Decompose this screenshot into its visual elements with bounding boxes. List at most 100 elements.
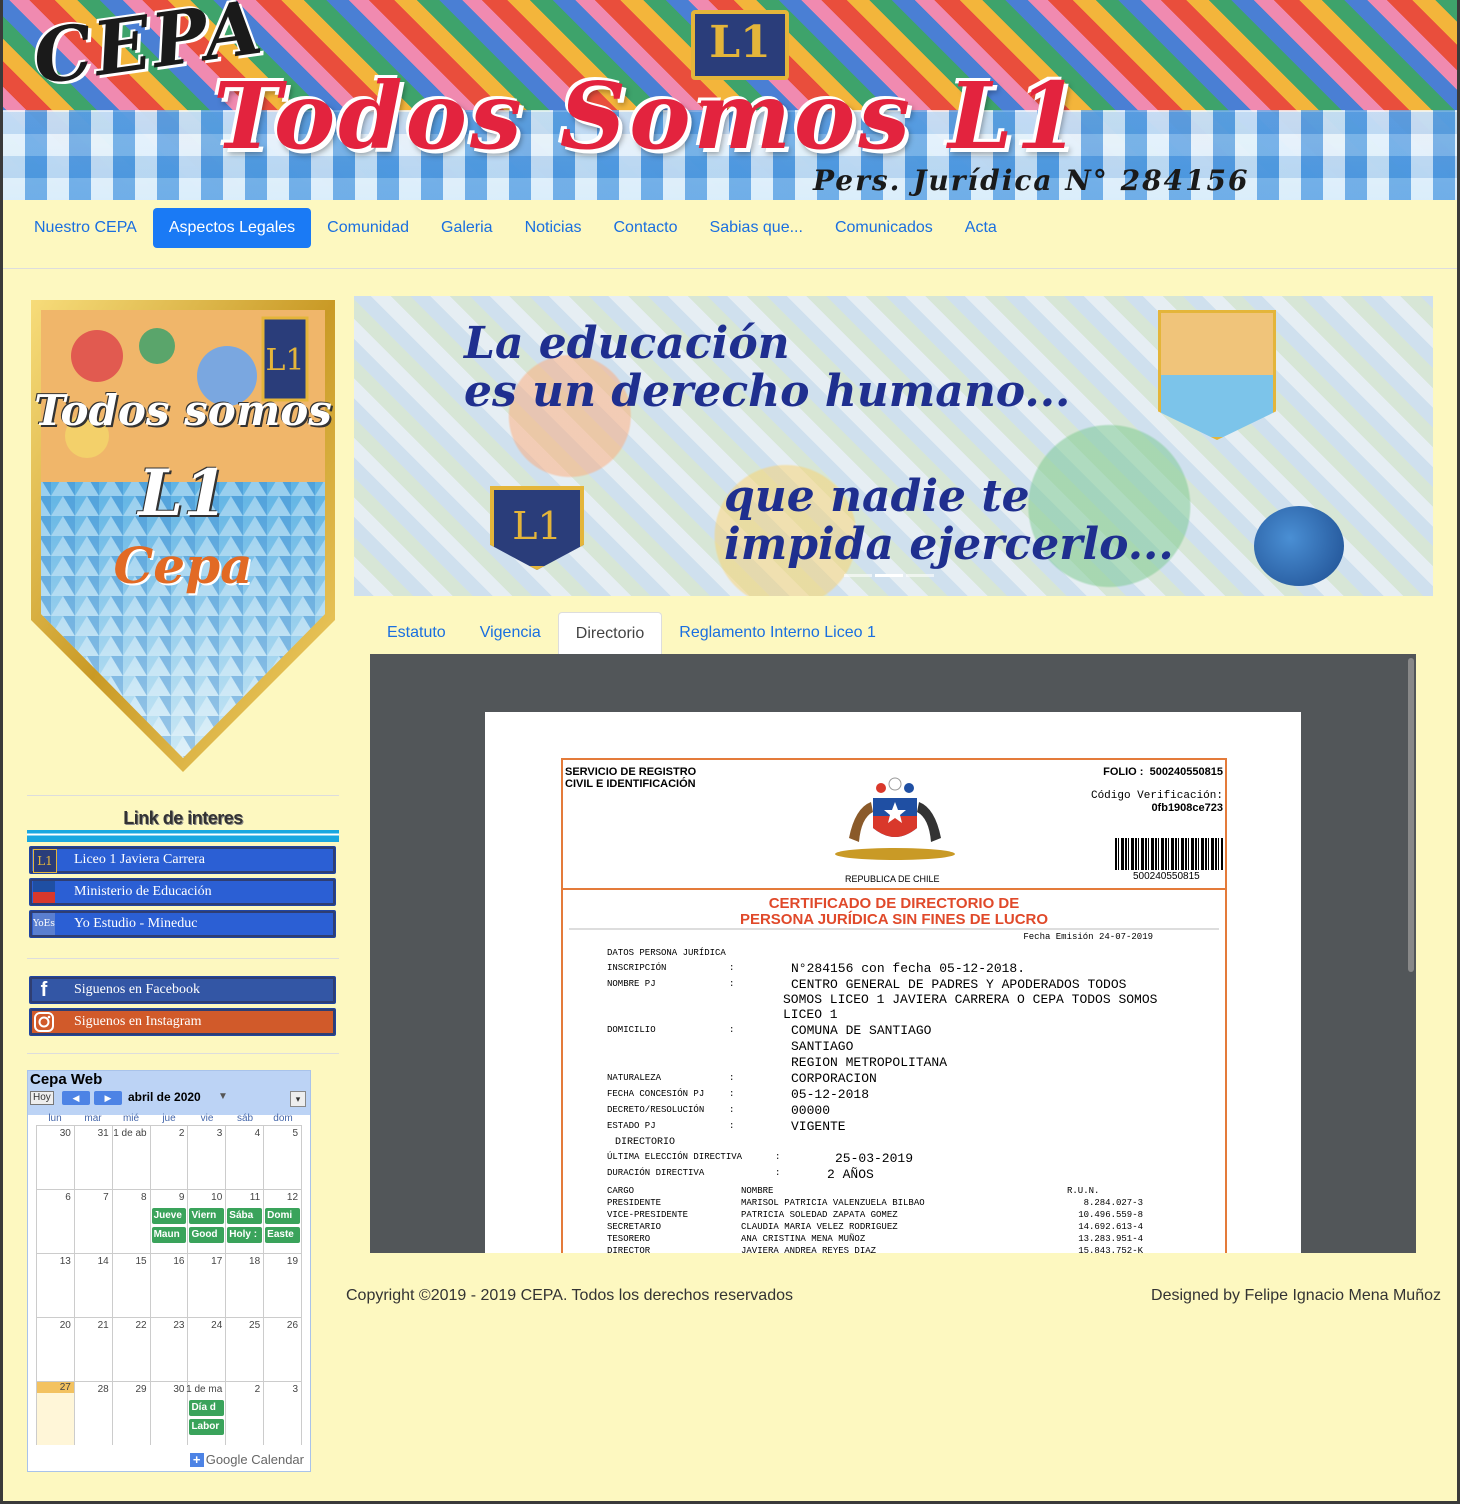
inscripcion-label: INSCRIPCIÓN (607, 963, 667, 973)
calendar-day-number: 23 (173, 1320, 185, 1331)
member-nombre: MARISOL PATRICIA VALENZUELA BILBAO (741, 1198, 925, 1208)
calendar-day[interactable]: 13 (36, 1254, 74, 1317)
tab-directorio[interactable]: Directorio (557, 612, 663, 654)
folio-label: FOLIO : (1103, 766, 1144, 778)
calendar-day[interactable]: 27 (36, 1382, 74, 1445)
calendar-day[interactable]: 24 (187, 1318, 225, 1381)
calendar-day[interactable]: 21 (73, 1318, 112, 1381)
colon: : (729, 963, 735, 973)
calendar-event[interactable]: Labor (189, 1419, 225, 1435)
facebook-link[interactable]: f Siguenos en Facebook (29, 976, 336, 1004)
calendar-today-button[interactable]: Hoy (30, 1091, 54, 1105)
nav-item-sabias-que[interactable]: Sabias que... (694, 208, 819, 248)
nav-item-galeria[interactable]: Galeria (425, 208, 509, 248)
calendar-day[interactable]: 3 (187, 1126, 225, 1189)
link-yo-estudio[interactable]: YoEs Yo Estudio - Mineduc (29, 910, 336, 938)
calendar-day-number: 12 (286, 1192, 299, 1203)
calendar-event[interactable]: Viern (189, 1208, 225, 1224)
calendar-day[interactable]: 1 de ma Día d Labor (186, 1382, 225, 1445)
calendar-event[interactable]: Good (189, 1227, 225, 1243)
calendar-day[interactable]: 6 (36, 1190, 74, 1253)
carousel-indicator[interactable] (906, 574, 934, 577)
calendar-month-dropdown-icon[interactable]: ▼ (218, 1091, 228, 1102)
calendar-day[interactable]: 31 (73, 1126, 112, 1189)
calendar-day[interactable]: 25 (225, 1318, 263, 1381)
calendar-day[interactable]: 26 (263, 1318, 303, 1381)
calendar-event[interactable]: Jueve (151, 1208, 187, 1224)
link-label: Siguenos en Instagram (74, 1014, 202, 1029)
calendar-day[interactable]: 23 (149, 1318, 188, 1381)
link-liceo1[interactable]: L1 Liceo 1 Javiera Carrera (29, 846, 336, 874)
calendar-day-number: 5 (292, 1128, 299, 1139)
nav-item-acta[interactable]: Acta (949, 208, 1013, 248)
calendar-prev-button[interactable]: ◀ (62, 1091, 90, 1105)
calendar-event[interactable]: Easte (265, 1227, 301, 1243)
member-nombre: ANA CRISTINA MENA MUÑOZ (741, 1234, 866, 1244)
nav-item-noticias[interactable]: Noticias (509, 208, 598, 248)
links-title: Link de interes (123, 808, 243, 828)
calendar-day[interactable]: 28 (73, 1382, 112, 1445)
member-nombre: JAVIERA ANDREA REYES DIAZ (741, 1246, 877, 1253)
sidebar-divider (27, 958, 339, 959)
calendar-day[interactable]: 20 (36, 1318, 74, 1381)
service-line2: CIVIL E IDENTIFICACIÓN (565, 778, 696, 790)
calendar-day[interactable]: 7 (73, 1190, 112, 1253)
google-calendar-footer[interactable]: + Google Calendar (189, 1452, 304, 1467)
calendar-day[interactable]: 1 de ab (111, 1126, 150, 1189)
calendar-day-number: 10 (211, 1192, 223, 1203)
calendar-day[interactable]: 18 (225, 1254, 263, 1317)
hero-carousel[interactable]: La educación es un derecho humano... L1 … (354, 296, 1433, 596)
calendar-day[interactable]: 12 Domi Easte (263, 1190, 303, 1253)
calendar-day[interactable]: 19 (263, 1254, 303, 1317)
calendar-day[interactable]: 2 (225, 1382, 263, 1445)
calendar-day[interactable]: 5 (263, 1126, 303, 1189)
pdf-viewer[interactable]: SERVICIO DE REGISTRO CIVIL E IDENTIFICAC… (370, 654, 1416, 1253)
calendar-day[interactable]: 14 (73, 1254, 112, 1317)
calendar-event[interactable]: Maun (151, 1227, 187, 1243)
member-run: 14.692.613-4 (1078, 1222, 1143, 1232)
nav-item-aspectos-legales[interactable]: Aspectos Legales (152, 208, 312, 248)
copyright: Copyright ©2019 - 2019 CEPA. Todos los d… (346, 1287, 793, 1304)
calendar-day[interactable]: 16 (149, 1254, 188, 1317)
calendar-day-number: 16 (173, 1256, 185, 1267)
calendar-event[interactable]: Holy : (227, 1227, 263, 1243)
tab-reglamento-interno-liceo-1[interactable]: Reglamento Interno Liceo 1 (662, 612, 893, 653)
calendar-day[interactable]: 30 (149, 1382, 188, 1445)
calendar-day[interactable]: 15 (111, 1254, 150, 1317)
calendar-day[interactable]: 8 (111, 1190, 150, 1253)
calendar-day[interactable]: 11 Sába Holy : (225, 1190, 263, 1253)
service-name: SERVICIO DE REGISTRO CIVIL E IDENTIFICAC… (565, 766, 696, 790)
title-rule (569, 928, 1219, 930)
calendar-day[interactable]: 30 (36, 1126, 74, 1189)
decreto-label: DECRETO/RESOLUCIÓN (607, 1105, 705, 1115)
calendar-day[interactable]: 9 Jueve Maun (149, 1190, 188, 1253)
nav-item-contacto[interactable]: Contacto (597, 208, 693, 248)
calendar-day[interactable]: 4 (225, 1126, 263, 1189)
calendar-week: 20 21 22 23 24 25 26 (36, 1317, 303, 1381)
nav-item-nuestro-cepa[interactable]: Nuestro CEPA (18, 208, 153, 248)
pdf-scrollbar[interactable] (1408, 658, 1414, 972)
nav-item-comunicados[interactable]: Comunicados (819, 208, 949, 248)
calendar-header: Cepa Web Hoy ◀ ▶ abril de 2020 ▼ ▾ (28, 1071, 310, 1115)
calendar-day[interactable]: 10 Viern Good (187, 1190, 225, 1253)
tab-estatuto[interactable]: Estatuto (370, 612, 463, 653)
calendar-next-button[interactable]: ▶ (94, 1091, 122, 1105)
calendar-event[interactable]: Sába (227, 1208, 263, 1224)
add-calendar-icon[interactable]: + (189, 1453, 204, 1467)
calendar-weekdays: lun mar mié jue vie sáb dom (36, 1113, 302, 1124)
calendar-view-dropdown-icon[interactable]: ▾ (290, 1091, 306, 1107)
calendar-day[interactable]: 17 (187, 1254, 225, 1317)
calendar-day[interactable]: 2 (149, 1126, 188, 1189)
calendar-day[interactable]: 22 (111, 1318, 150, 1381)
carousel-indicator[interactable] (875, 574, 903, 577)
nav-item-comunidad[interactable]: Comunidad (311, 208, 425, 248)
calendar-event[interactable]: Domi (265, 1208, 301, 1224)
link-mineduc[interactable]: Ministerio de Educación (29, 878, 336, 906)
tab-vigencia[interactable]: Vigencia (463, 612, 558, 653)
calendar-day[interactable]: 29 (111, 1382, 150, 1445)
instagram-link[interactable]: Siguenos en Instagram (29, 1008, 336, 1036)
calendar-event[interactable]: Día d (189, 1400, 225, 1416)
calendar-day-number: 2 (178, 1128, 185, 1139)
calendar-day[interactable]: 3 (263, 1382, 303, 1445)
carousel-indicator[interactable] (844, 574, 872, 577)
